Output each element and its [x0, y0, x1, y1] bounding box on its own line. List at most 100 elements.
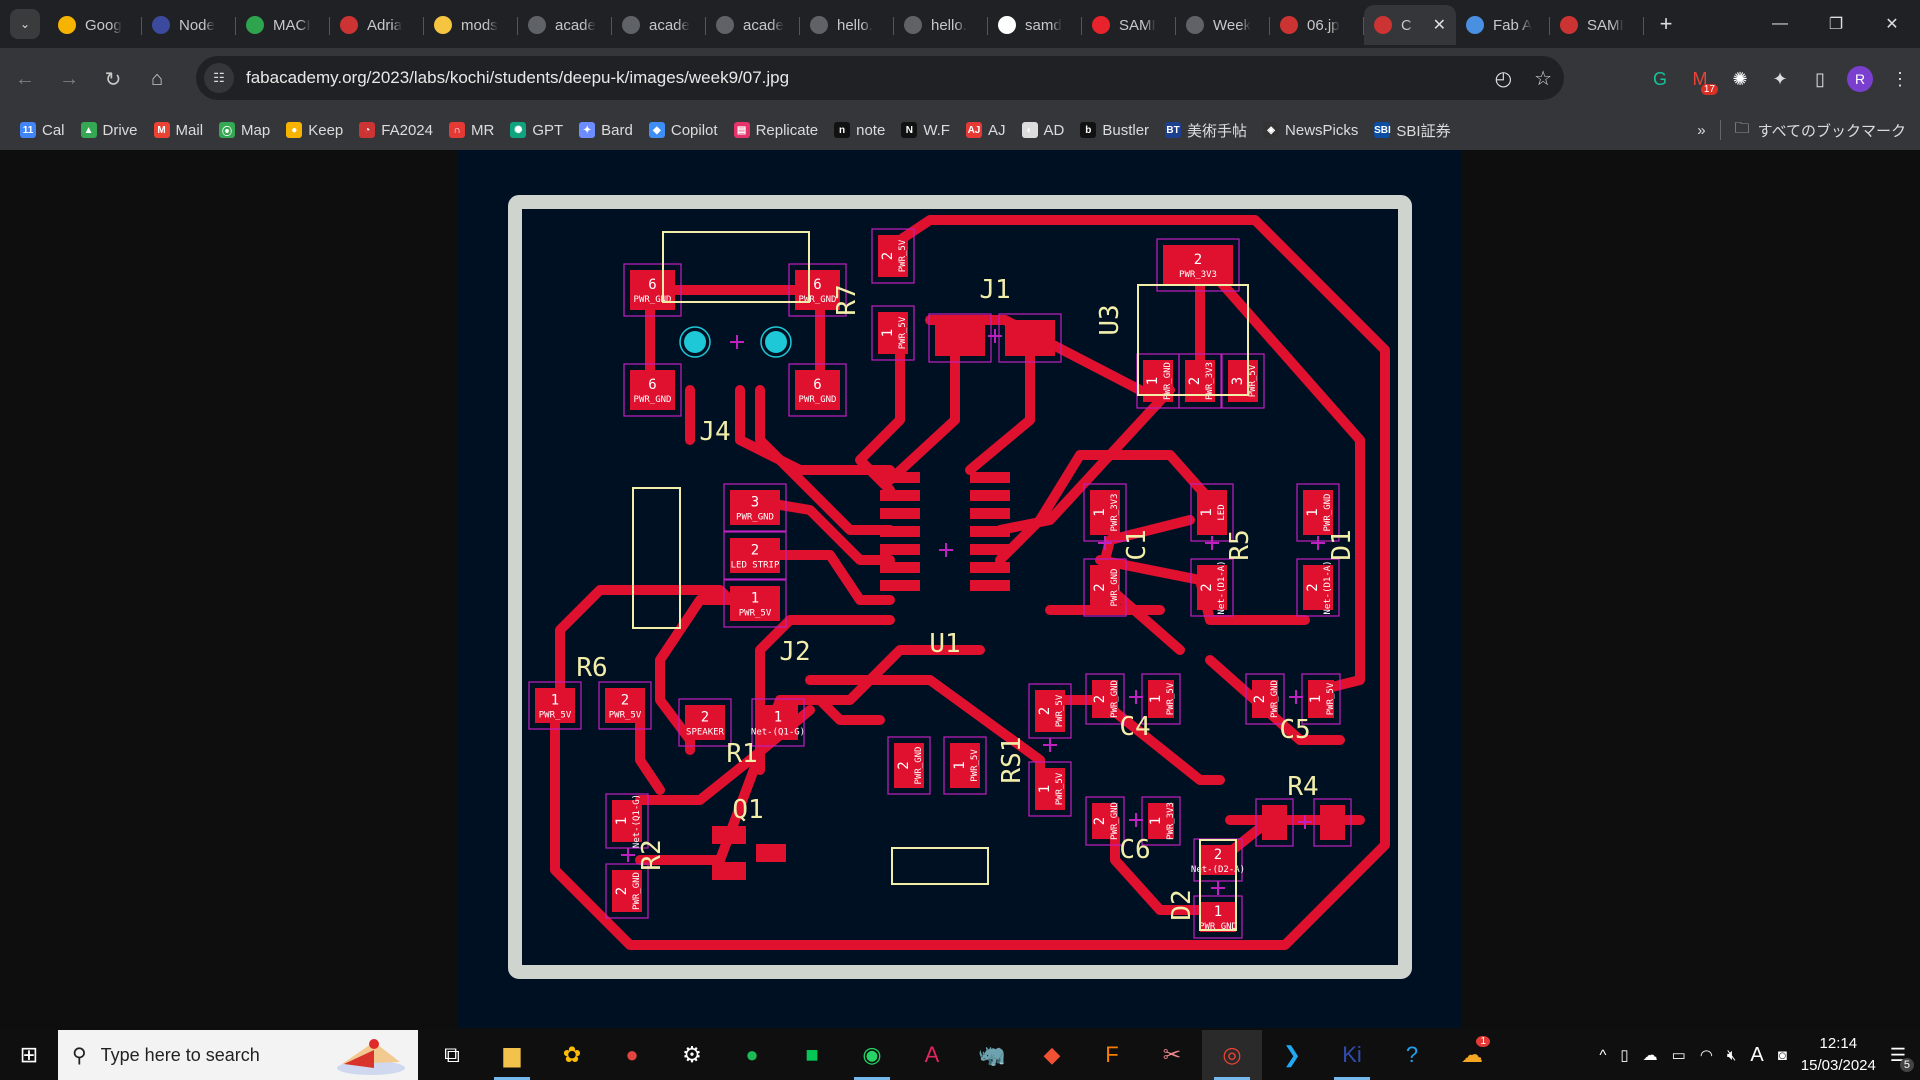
bookmark-4[interactable]: ● Keep: [278, 114, 351, 146]
component-ref-label: R2: [637, 839, 667, 870]
bookmark-2[interactable]: M Mail: [146, 114, 212, 146]
tab-13[interactable]: 06.jp: [1270, 5, 1364, 45]
bookmark-9[interactable]: ◆ Copilot: [641, 114, 726, 146]
tab-10[interactable]: samd: [988, 5, 1082, 45]
tab-9[interactable]: hello.: [894, 5, 988, 45]
taskbar-weather[interactable]: ☁ 1: [1442, 1030, 1502, 1080]
pad-number: 1: [1148, 817, 1164, 825]
tab-7[interactable]: acade: [706, 5, 800, 45]
taskbar-vscode[interactable]: ❯: [1262, 1030, 1322, 1080]
taskbar-settings[interactable]: ⚙: [662, 1030, 722, 1080]
gmail-notifier-button[interactable]: M 17: [1680, 59, 1720, 99]
tab-11[interactable]: SAMI: [1082, 5, 1176, 45]
address-bar[interactable]: ☷ fabacademy.org/2023/labs/kochi/student…: [196, 56, 1564, 100]
bookmark-16[interactable]: BT 美術手帖: [1157, 114, 1255, 146]
profile-button[interactable]: R: [1840, 59, 1880, 99]
bookmark-0[interactable]: 11 Cal: [12, 114, 73, 146]
bookmark-1[interactable]: ▲ Drive: [73, 114, 146, 146]
taskbar-spotify[interactable]: ●: [722, 1030, 782, 1080]
bookmark-10[interactable]: ▤ Replicate: [726, 114, 827, 146]
bookmark-17[interactable]: ◈ NewsPicks: [1255, 114, 1366, 146]
battery-icon[interactable]: ▭: [1672, 1046, 1686, 1064]
bookmark-15[interactable]: b Bustler: [1072, 114, 1157, 146]
taskbar-snipping-tool[interactable]: ✂: [1142, 1030, 1202, 1080]
openai-button[interactable]: ✺: [1720, 59, 1760, 99]
reload-button[interactable]: ↻: [94, 60, 132, 98]
wifi-icon[interactable]: ◠: [1700, 1046, 1713, 1064]
taskbar-search-box[interactable]: ⚲ Type here to search: [58, 1030, 418, 1080]
taskbar-kicad[interactable]: Ki: [1322, 1030, 1382, 1080]
profile-icon: R: [1847, 66, 1873, 92]
new-tab-button[interactable]: +: [1648, 6, 1684, 42]
close-tab-icon[interactable]: ✕: [1433, 15, 1446, 35]
grammarly-button[interactable]: G: [1640, 59, 1680, 99]
ime-indicator[interactable]: A: [1750, 1044, 1763, 1067]
taskbar-google-photos[interactable]: ✿: [542, 1030, 602, 1080]
camera-icon[interactable]: ▯: [1620, 1046, 1628, 1064]
bookmark-13[interactable]: AJ AJ: [958, 114, 1014, 146]
minimize-button[interactable]: —: [1752, 0, 1808, 48]
bookmark-5[interactable]: ◔ FA2024: [351, 114, 441, 146]
notification-center-button[interactable]: ☰ 5: [1890, 1045, 1914, 1072]
taskbar-voice-recorder[interactable]: ●: [602, 1030, 662, 1080]
tab-search-button[interactable]: ⌄: [10, 9, 40, 39]
tab-8[interactable]: hello.: [800, 5, 894, 45]
show-hidden-icons-button[interactable]: ^: [1599, 1047, 1606, 1064]
bookmark-6[interactable]: ∩ MR: [441, 114, 502, 146]
bookmark-18[interactable]: SBI SBI証券: [1366, 114, 1458, 146]
performance-icon[interactable]: ◴: [1495, 66, 1512, 91]
clock[interactable]: 12:14 15/03/2024: [1801, 1033, 1876, 1077]
taskbar-task-view[interactable]: ⧉: [422, 1030, 482, 1080]
bookmarks-overflow-button[interactable]: »: [1697, 122, 1705, 139]
bookmark-7[interactable]: ✺ GPT: [502, 114, 571, 146]
component-ref-label: J2: [779, 637, 810, 667]
restore-button[interactable]: ❐: [1808, 0, 1864, 48]
bookmark-3[interactable]: ⦿ Map: [211, 114, 278, 146]
bookmark-favicon-icon: b: [1080, 122, 1097, 138]
menu-button[interactable]: ⋮: [1880, 59, 1920, 99]
side-panel-button[interactable]: ▯: [1800, 59, 1840, 99]
tab-3[interactable]: Adria: [330, 5, 424, 45]
tab-1[interactable]: Node: [142, 5, 236, 45]
onedrive-icon[interactable]: ☁: [1643, 1046, 1658, 1064]
bookmark-8[interactable]: ✦ Bard: [571, 114, 641, 146]
tab-4[interactable]: mods: [424, 5, 518, 45]
pad-net-name: SPEAKER: [686, 728, 725, 738]
taskbar-acrobat[interactable]: A: [902, 1030, 962, 1080]
url-text[interactable]: fabacademy.org/2023/labs/kochi/students/…: [246, 68, 789, 88]
taskbar-whatsapp[interactable]: ◉: [842, 1030, 902, 1080]
bookmark-11[interactable]: n note: [826, 114, 893, 146]
app-tray-icon[interactable]: ◙: [1778, 1047, 1787, 1064]
taskbar-file-explorer[interactable]: ▆: [482, 1030, 542, 1080]
volume-muted-icon[interactable]: 🔇︎: [1727, 1047, 1736, 1064]
pad-net-name: PWR_5V: [609, 711, 642, 721]
back-button[interactable]: ←: [6, 60, 44, 98]
tab-title: SAMI: [1119, 16, 1156, 34]
bookmark-12[interactable]: N W.F: [893, 114, 958, 146]
extensions-button[interactable]: ✦: [1760, 59, 1800, 99]
tab-16[interactable]: SAMI: [1550, 5, 1644, 45]
fabacademy-icon: [1374, 16, 1392, 34]
taskbar-fusion[interactable]: F: [1082, 1030, 1142, 1080]
trace-22: [555, 585, 735, 705]
tab-15[interactable]: Fab A: [1456, 5, 1550, 45]
taskbar-line[interactable]: ■: [782, 1030, 842, 1080]
bookmark-14[interactable]: ◐ AD: [1014, 114, 1073, 146]
tab-0[interactable]: Goog: [48, 5, 142, 45]
start-button[interactable]: ⊞: [0, 1030, 58, 1080]
bookmark-star-icon[interactable]: ☆: [1534, 66, 1552, 91]
taskbar-git[interactable]: ◆: [1022, 1030, 1082, 1080]
all-bookmarks-button[interactable]: 🗀 すべてのブックマーク: [1735, 118, 1906, 143]
tab-14[interactable]: C ✕: [1364, 5, 1456, 45]
tab-2[interactable]: MACI: [236, 5, 330, 45]
close-window-button[interactable]: ✕: [1864, 0, 1920, 48]
home-button[interactable]: ⌂: [138, 60, 176, 98]
taskbar-help[interactable]: ?: [1382, 1030, 1442, 1080]
taskbar-chrome[interactable]: ◎: [1202, 1030, 1262, 1080]
taskbar-rhino[interactable]: 🦏: [962, 1030, 1022, 1080]
site-info-button[interactable]: ☷: [204, 63, 234, 93]
tab-6[interactable]: acade: [612, 5, 706, 45]
tab-12[interactable]: Week: [1176, 5, 1270, 45]
forward-button[interactable]: →: [50, 60, 88, 98]
tab-5[interactable]: acade: [518, 5, 612, 45]
